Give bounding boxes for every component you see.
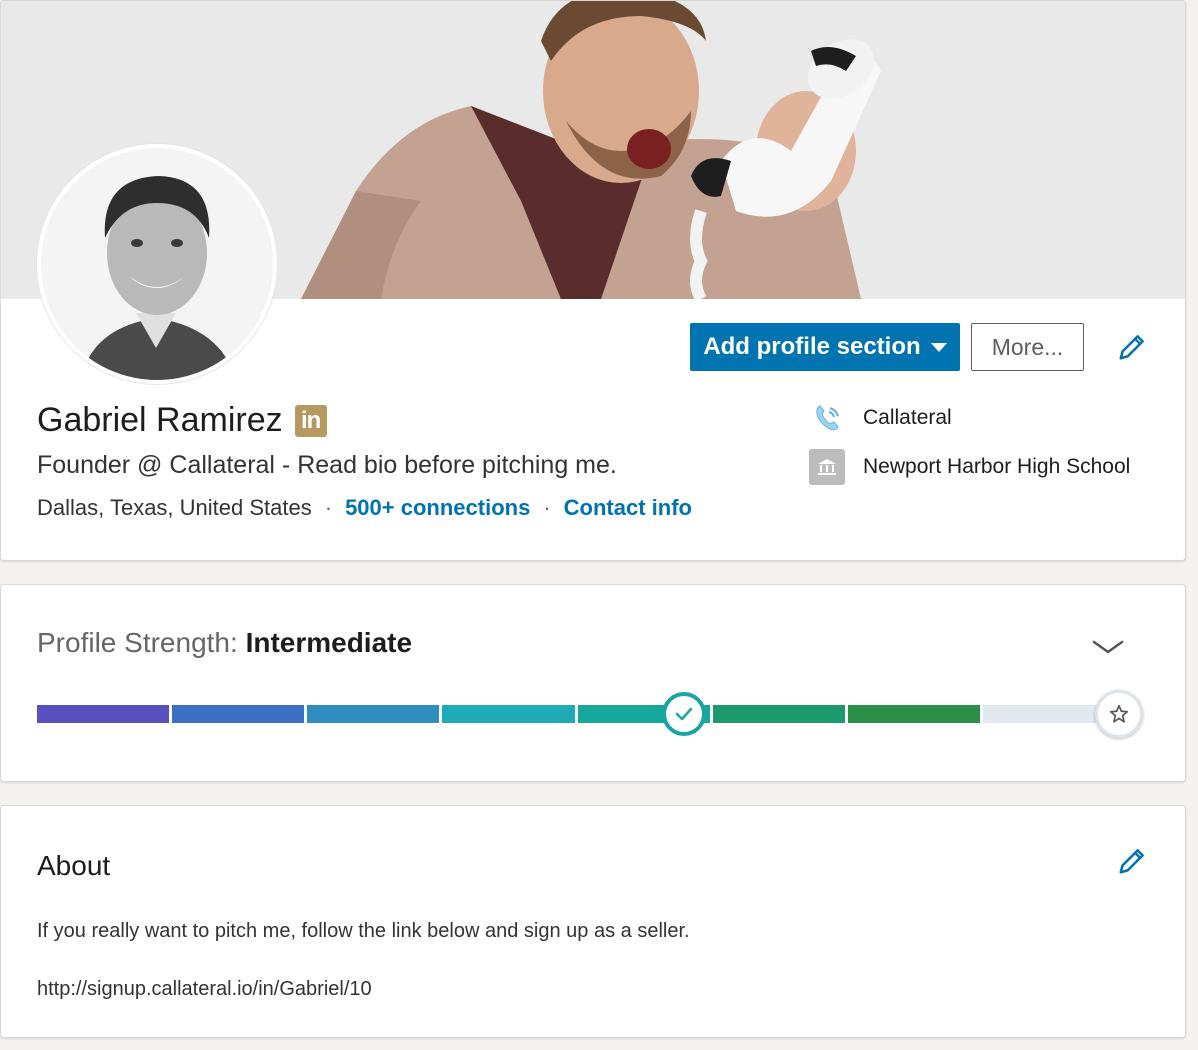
- contact-info-link[interactable]: Contact info: [564, 495, 692, 521]
- connections-link[interactable]: 500+ connections: [345, 495, 530, 521]
- edit-intro-button[interactable]: [1115, 330, 1149, 364]
- profile-name: Gabriel Ramirez: [37, 401, 283, 439]
- about-text: If you really want to pitch me, follow t…: [37, 920, 690, 942]
- current-company-name: Callateral: [863, 406, 952, 429]
- profile-strength-card: Profile Strength: Intermediate: [0, 584, 1186, 782]
- pencil-icon: [1119, 849, 1144, 874]
- caret-down-icon: [930, 342, 947, 352]
- strength-segment: [37, 705, 170, 723]
- separator: ·: [324, 495, 333, 520]
- school-item[interactable]: Newport Harbor High School: [809, 449, 1130, 485]
- separator: ·: [543, 495, 551, 520]
- more-button[interactable]: More...: [971, 323, 1084, 371]
- profile-strength-title: Profile Strength: Intermediate: [37, 627, 412, 659]
- profile-name-line: Gabriel Ramirez in: [37, 401, 327, 440]
- profile-headline: Founder @ Callateral - Read bio before p…: [37, 451, 617, 479]
- avatar-portrait: [41, 148, 273, 380]
- chevron-down-icon[interactable]: [1091, 637, 1125, 657]
- check-icon: [661, 692, 706, 736]
- about-card: About If you really want to pitch me, fo…: [0, 805, 1186, 1038]
- profile-location: Dallas, Texas, United States: [37, 495, 312, 520]
- profile-strength-label: Profile Strength:: [37, 627, 246, 658]
- current-company-item[interactable]: Callateral: [809, 400, 952, 436]
- strength-segment: [442, 705, 575, 723]
- school-icon: [809, 449, 845, 485]
- profile-strength-meter: [37, 690, 1143, 738]
- profile-photo[interactable]: [37, 144, 277, 384]
- profile-strength-level: Intermediate: [245, 627, 413, 658]
- profile-top-card: Add profile section More... Gabriel Rami…: [0, 0, 1186, 561]
- phone-icon: [809, 400, 845, 436]
- star-icon: [1095, 690, 1143, 738]
- about-title: About: [37, 850, 111, 881]
- profile-meta: Dallas, Texas, United States · 500+ conn…: [37, 495, 692, 521]
- strength-segment: [307, 705, 440, 723]
- strength-segment: [172, 705, 305, 723]
- linkedin-premium-icon: in: [294, 404, 327, 437]
- strength-segment: [847, 705, 980, 723]
- pencil-icon: [1119, 335, 1144, 360]
- strength-segment: [712, 705, 845, 723]
- school-name: Newport Harbor High School: [863, 455, 1131, 478]
- edit-about-button[interactable]: [1115, 844, 1149, 878]
- add-profile-section-label: Add profile section: [703, 333, 921, 360]
- add-profile-section-button[interactable]: Add profile section: [690, 323, 960, 371]
- about-link[interactable]: http://signup.callateral.io/in/Gabriel/1…: [37, 978, 372, 1001]
